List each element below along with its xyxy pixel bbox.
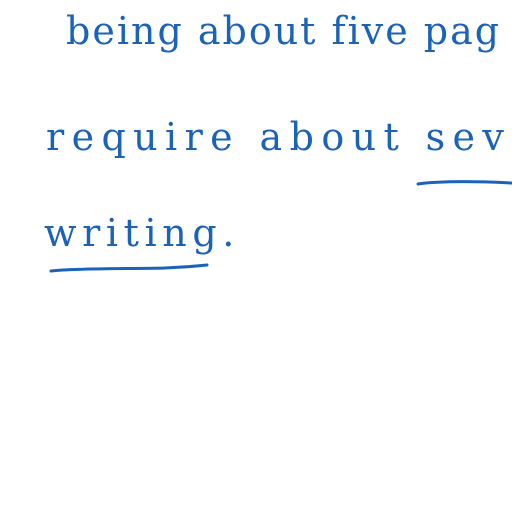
handwritten-underline-writing bbox=[49, 263, 209, 273]
document-page: being about five pag require about sev w… bbox=[0, 0, 512, 512]
handwritten-underline-sev bbox=[416, 180, 512, 186]
text-line-1: being about five pag bbox=[66, 9, 502, 53]
text-line-3: writing. bbox=[44, 211, 240, 255]
text-line-2: require about sev bbox=[46, 115, 512, 159]
